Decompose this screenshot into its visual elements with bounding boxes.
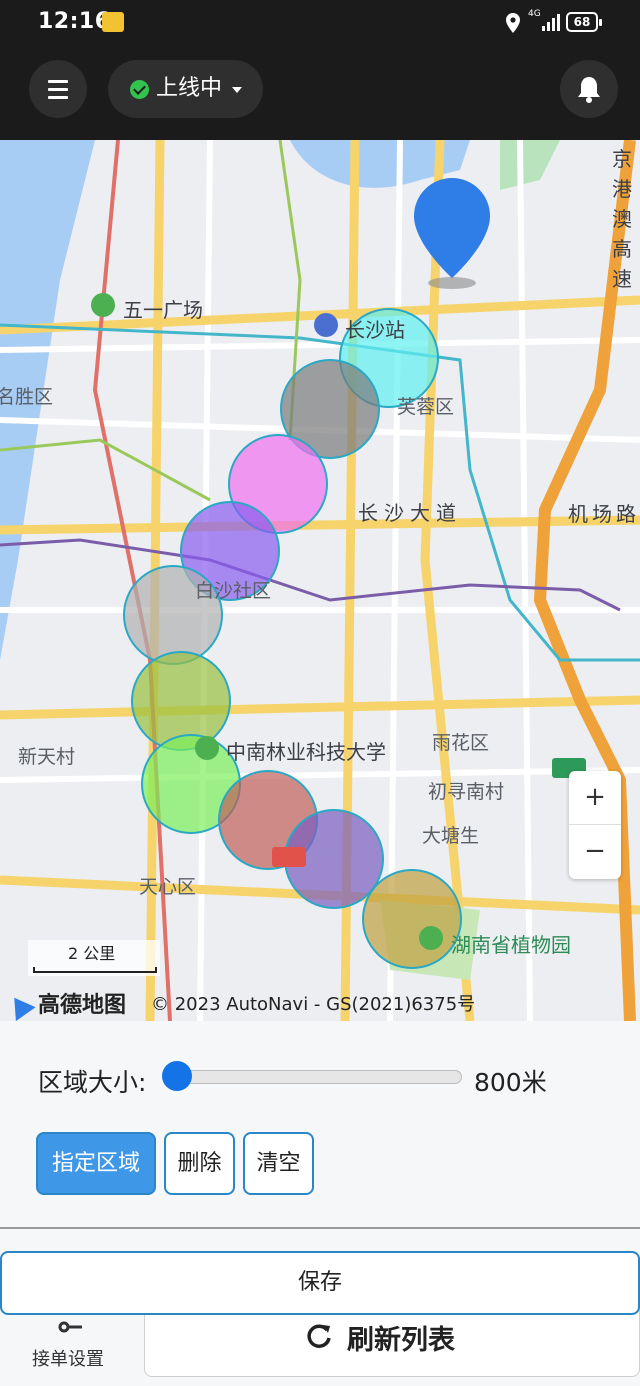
location-icon — [506, 13, 520, 33]
zone-size-label: 区域大小: — [38, 1068, 147, 1097]
place-label: 芙蓉区 — [397, 396, 455, 418]
zoom-in-button[interactable]: + — [569, 771, 621, 825]
place-label: 长沙大道 — [358, 501, 462, 525]
amap-logo: 高德地图 — [4, 987, 127, 1021]
road-shield-icon — [272, 847, 306, 867]
zone-control-panel: 区域大小: 800米 指定区域 删除 清空 — [0, 1021, 640, 1229]
place-label: 初寻南村 — [428, 781, 505, 803]
zone-size-value: 800米 — [474, 1068, 547, 1097]
status-bar: 12:16 4G 68 — [0, 0, 640, 46]
save-button[interactable]: 保存 — [0, 1251, 640, 1315]
delete-zone-button[interactable]: 删除 — [164, 1132, 235, 1195]
scale-bar — [33, 967, 157, 973]
zone-size-slider[interactable] — [174, 1070, 462, 1084]
menu-button[interactable] — [29, 60, 87, 118]
place-label: 雨花区 — [432, 732, 490, 754]
bottom-bar: 接单设置 刷新列表 保存 — [0, 1229, 640, 1386]
place-label: 天心区 — [139, 876, 197, 898]
amap-logo-text: 高德地图 — [38, 993, 127, 1018]
map-view[interactable]: 五一广场 长沙站 名胜区 芙蓉区 长沙大道 机场路 白沙社区 新天村 中南林业科… — [0, 140, 640, 1021]
place-label: 新天村 — [18, 746, 76, 768]
refresh-icon — [307, 1324, 331, 1348]
battery-icon: 68 — [566, 12, 602, 32]
tab-order-settings-label: 接单设置 — [32, 1349, 104, 1370]
notification-icon — [102, 12, 124, 32]
place-label: 白沙社区 — [195, 580, 272, 602]
zoom-control: + − — [569, 771, 621, 879]
assign-zone-button[interactable]: 指定区域 — [36, 1132, 156, 1195]
map-canvas — [0, 140, 640, 1021]
highway-label: 京港澳高速 — [612, 147, 632, 291]
app-screen: 12:16 4G 68 上线中 五一广场 长沙站 名胜区 芙蓉区 长沙大道 机场… — [0, 0, 640, 1386]
top-bar: 上线中 — [0, 46, 640, 140]
map-pin-icon — [414, 178, 490, 289]
refresh-list-label: 刷新列表 — [347, 1325, 455, 1356]
online-status-dropdown[interactable]: 上线中 — [108, 60, 263, 118]
menu-icon — [48, 80, 68, 83]
bell-icon — [578, 77, 600, 103]
signal-icon — [542, 14, 560, 31]
poi-tree-icon — [91, 293, 115, 317]
caret-down-icon — [232, 87, 242, 93]
place-label: 大塘生 — [422, 825, 480, 847]
scale-label: 2 公里 — [68, 944, 116, 963]
status-time: 12:16 — [38, 9, 111, 34]
clear-zones-button[interactable]: 清空 — [243, 1132, 314, 1195]
place-label: 长沙站 — [345, 318, 405, 342]
poi-station-icon — [314, 313, 338, 337]
place-label: 五一广场 — [123, 298, 203, 322]
place-label: 湖南省植物园 — [451, 933, 571, 957]
notifications-button[interactable] — [560, 60, 618, 118]
zone-circle — [362, 869, 462, 969]
network-type: 4G — [528, 9, 541, 19]
zone-size-slider-thumb[interactable] — [162, 1061, 192, 1091]
place-label: 机场路 — [568, 502, 640, 526]
place-label: 名胜区 — [0, 386, 54, 408]
map-copyright: © 2023 AutoNavi - GS(2021)6375号 — [151, 994, 476, 1015]
check-circle-icon — [130, 80, 149, 99]
poi-tree-icon — [195, 736, 219, 760]
place-label: 中南林业科技大学 — [226, 740, 386, 764]
map-scale: 2 公里 — [28, 940, 160, 976]
poi-tree-icon — [419, 926, 443, 950]
zoom-out-button[interactable]: − — [569, 825, 621, 879]
online-status-label: 上线中 — [156, 76, 223, 101]
